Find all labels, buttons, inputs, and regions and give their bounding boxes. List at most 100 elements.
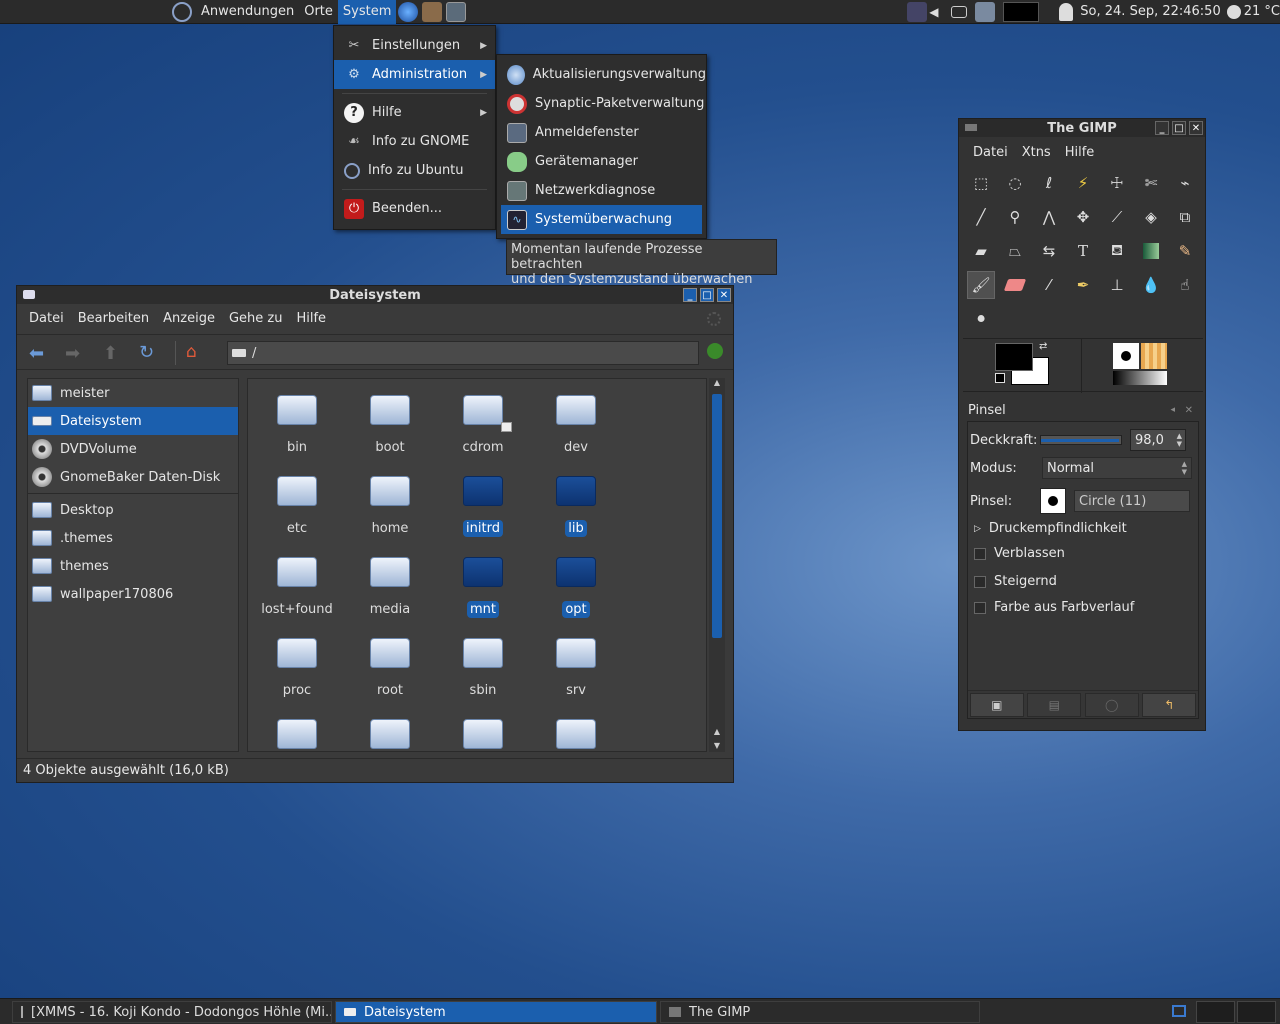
folder-item[interactable]: media — [350, 557, 430, 618]
scroll-up-icon[interactable]: ▲ — [709, 727, 725, 736]
sidebar-item-gnomebaker[interactable]: GnomeBaker Daten-Disk — [28, 463, 238, 491]
sidebar-item-desktop[interactable]: Desktop — [28, 496, 238, 524]
folder-item[interactable]: lost+found — [257, 557, 337, 618]
menu-orte[interactable]: Orte — [299, 0, 338, 24]
airbrush-icon[interactable]: ⁄ — [1035, 271, 1063, 299]
folder-item[interactable]: proc — [257, 638, 337, 699]
opacity-spinbox[interactable]: 98,0 ▲ ▼ — [1130, 429, 1186, 451]
smudge-icon[interactable]: ☝ — [1171, 271, 1199, 299]
menu-item-info-gnome[interactable]: ☙ Info zu GNOME — [334, 127, 495, 156]
rotate-icon[interactable]: ◈ — [1137, 203, 1165, 231]
gradient-color-checkbox[interactable] — [974, 601, 986, 614]
brush-name-field[interactable]: Circle (11) — [1074, 490, 1190, 512]
icon-view[interactable]: bin boot cdrom dev etc home initrd lib l… — [247, 378, 707, 752]
menu-xtns[interactable]: Xtns — [1015, 145, 1058, 160]
paintbrush-icon[interactable]: 🖌 — [967, 271, 995, 299]
ellipse-select-icon[interactable]: ◌ — [1001, 169, 1029, 197]
maximize-button[interactable]: □ — [1172, 121, 1186, 135]
move-icon[interactable]: ✥ — [1069, 203, 1097, 231]
folder-item[interactable]: opt — [536, 557, 616, 618]
menu-item-anmeldefenster[interactable]: Anmeldefenster — [497, 118, 706, 147]
menu-item-info-ubuntu[interactable]: Info zu Ubuntu — [334, 156, 495, 185]
menu-gehe-zu[interactable]: Gehe zu — [222, 311, 290, 326]
folder-item[interactable] — [257, 719, 337, 751]
gradient-icon[interactable] — [1137, 237, 1165, 265]
color-select-icon[interactable]: ☩ — [1103, 169, 1131, 197]
menu-hilfe[interactable]: Hilfe — [289, 311, 333, 326]
task-dateisystem[interactable]: Dateisystem — [335, 1001, 657, 1023]
delete-options-icon[interactable]: ◯ — [1084, 692, 1139, 717]
text-icon[interactable]: T — [1069, 237, 1097, 265]
workspace-switcher[interactable] — [1196, 1001, 1276, 1023]
folder-item[interactable] — [536, 719, 616, 751]
go-icon[interactable] — [707, 343, 723, 359]
minimize-button[interactable]: _ — [1155, 121, 1169, 135]
system-monitor-applet[interactable] — [1003, 1, 1040, 22]
clock[interactable]: So, 24. Sep, 22:46:50 — [1080, 4, 1220, 19]
path-icon[interactable]: ⌁ — [1171, 169, 1199, 197]
menu-item-systemueberwachung[interactable]: ∿ Systemüberwachung — [501, 205, 702, 234]
scissors-icon[interactable]: ✄ — [1137, 169, 1165, 197]
mode-select[interactable]: Normal ▲ ▼ — [1042, 457, 1192, 479]
dock-close-icon[interactable]: ✕ — [1185, 405, 1193, 416]
sidebar-item-meister[interactable]: meister — [28, 379, 238, 407]
opacity-slider[interactable] — [1040, 435, 1122, 445]
menu-anwendungen[interactable]: Anwendungen — [196, 0, 299, 24]
ubuntu-logo-icon[interactable] — [172, 1, 192, 22]
reset-options-icon[interactable]: ↰ — [1142, 692, 1197, 717]
folder-item[interactable]: bin — [257, 395, 337, 456]
folder-item[interactable]: lib — [536, 476, 616, 537]
folder-item[interactable]: sbin — [443, 638, 523, 699]
option-incremental[interactable]: Steigernd — [974, 574, 1057, 589]
task-xmms[interactable]: [XMMS - 16. Koji Kondo - Dodongos Höhle … — [12, 1001, 332, 1023]
scroll-down-icon[interactable]: ▼ — [709, 741, 725, 750]
brush-preview[interactable] — [1040, 488, 1066, 514]
spin-arrows-icon[interactable]: ▲ ▼ — [1177, 432, 1182, 448]
bucket-fill-icon[interactable]: ⛾ — [1103, 237, 1131, 265]
lasso-icon[interactable]: ℓ — [1035, 169, 1063, 197]
pencil-icon[interactable]: ✎ — [1171, 237, 1199, 265]
window-menu-icon[interactable] — [23, 290, 35, 299]
menu-item-aktualisierungsverwaltung[interactable]: Aktualisierungsverwaltung — [497, 60, 706, 89]
scale-icon[interactable]: ⧉ — [1171, 203, 1199, 231]
default-colors-icon[interactable] — [995, 373, 1005, 383]
menu-item-einstellungen[interactable]: ✂ Einstellungen ▶ — [334, 31, 495, 60]
temperature[interactable]: 21 °C — [1244, 4, 1280, 19]
folder-item[interactable]: boot — [350, 395, 430, 456]
window-menu-icon[interactable] — [965, 124, 977, 131]
restore-options-icon[interactable]: ▤ — [1027, 692, 1082, 717]
blur-icon[interactable]: 💧 — [1137, 271, 1165, 299]
dodge-burn-icon[interactable]: ⚫ — [967, 305, 995, 333]
sidebar-item-dateisystem[interactable]: Dateisystem — [28, 407, 238, 435]
window-icon[interactable] — [951, 5, 968, 18]
gimp-launcher-icon[interactable] — [422, 1, 443, 22]
eraser-icon[interactable] — [1001, 271, 1029, 299]
maximize-button[interactable]: □ — [700, 288, 714, 302]
folder-item[interactable]: cdrom — [443, 395, 523, 456]
option-gradient-color[interactable]: Farbe aus Farbverlauf — [974, 600, 1134, 615]
menu-datei[interactable]: Datei — [22, 311, 71, 326]
show-desktop-icon[interactable] — [1172, 1005, 1186, 1017]
shear-icon[interactable]: ▰ — [967, 237, 995, 265]
pattern-indicator[interactable] — [1141, 343, 1167, 369]
terminal-launcher-icon[interactable] — [446, 1, 467, 22]
folder-item[interactable]: root — [350, 638, 430, 699]
close-button[interactable]: ✕ — [717, 288, 731, 302]
foreground-color-swatch[interactable] — [995, 343, 1033, 371]
swap-colors-icon[interactable]: ⇄ — [1039, 341, 1047, 352]
workspace-2[interactable] — [1237, 1001, 1276, 1023]
menu-item-netzwerkdiagnose[interactable]: Netzwerkdiagnose — [497, 176, 706, 205]
menu-item-beenden[interactable]: ⏻ Beenden... — [334, 194, 495, 223]
option-pressure[interactable]: ▷ Druckempfindlichkeit — [974, 521, 1127, 536]
scroll-up-icon[interactable]: ▲ — [709, 378, 725, 392]
zoom-icon[interactable]: ⚲ — [1001, 203, 1029, 231]
reload-icon[interactable]: ↻ — [139, 342, 154, 363]
fade-checkbox[interactable] — [974, 547, 986, 560]
ink-icon[interactable]: ✒ — [1069, 271, 1097, 299]
location-bar[interactable]: / — [227, 341, 699, 365]
folder-item[interactable]: srv — [536, 638, 616, 699]
menu-bearbeiten[interactable]: Bearbeiten — [71, 311, 156, 326]
menu-item-geraetemanager[interactable]: Gerätemanager — [497, 147, 706, 176]
browser-icon[interactable] — [398, 1, 419, 22]
menu-item-synaptic[interactable]: Synaptic-Paketverwaltung — [497, 89, 706, 118]
